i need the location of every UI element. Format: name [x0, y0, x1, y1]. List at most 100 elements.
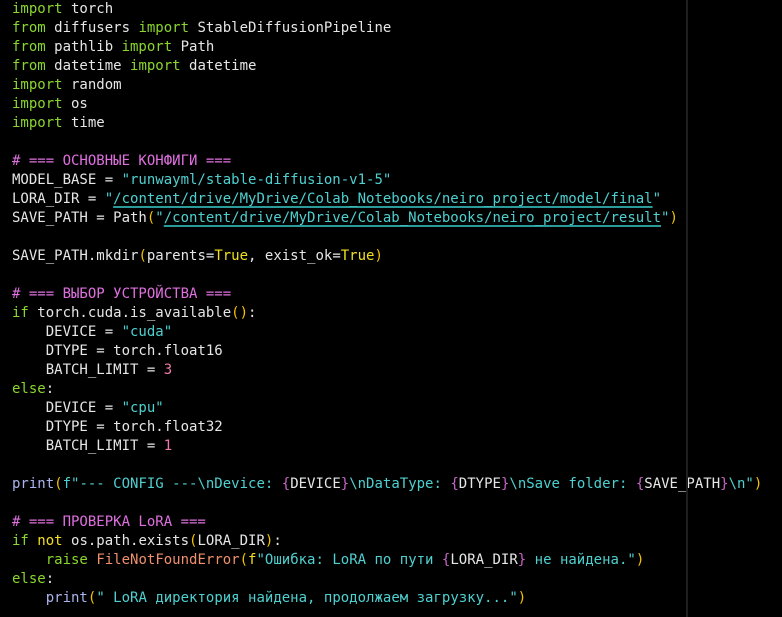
code-line[interactable]: LORA_DIR = "/content/drive/MyDrive/Colab… [12, 190, 762, 209]
code-line[interactable]: raise FileNotFoundError(f"Ошибка: LoRA п… [12, 551, 762, 570]
code-token: 3 [163, 362, 173, 378]
code-line[interactable]: else: [12, 380, 762, 399]
code-token: "cuda" [121, 324, 173, 340]
code-token: : [45, 571, 55, 587]
code-line[interactable]: from diffusers import StableDiffusionPip… [12, 19, 762, 38]
code-line[interactable]: # === ОСНОВНЫЕ КОНФИГИ === [12, 152, 762, 171]
code-line[interactable]: # === ПРОВЕРКА LoRA === [12, 513, 762, 532]
code-token: "runwayml/stable-diffusion-v1-5" [121, 172, 392, 188]
code-line[interactable] [12, 494, 762, 513]
code-token: not [37, 533, 63, 549]
code-token: ( [138, 248, 147, 264]
code-token: " [104, 191, 114, 207]
code-token: Path [172, 39, 215, 55]
code-line[interactable]: from datetime import datetime [12, 57, 762, 76]
code-token: BATCH_LIMIT = [12, 362, 164, 378]
code-token: ( [54, 476, 63, 492]
column-ruler [686, 0, 688, 617]
code-token: { [635, 476, 645, 492]
code-token: 1 [163, 438, 173, 454]
code-token: if [12, 305, 29, 321]
code-line[interactable]: from pathlib import Path [12, 38, 762, 57]
code-token: "cpu" [121, 400, 164, 416]
code-token: ) [517, 590, 527, 606]
code-token: , exist_ok= [248, 248, 341, 264]
code-token: } [720, 476, 729, 492]
code-token: ( [239, 552, 249, 568]
code-line[interactable] [12, 456, 762, 475]
code-line[interactable]: if torch.cuda.is_available(): [12, 304, 762, 323]
code-line[interactable]: DTYPE = torch.float16 [12, 342, 762, 361]
code-line[interactable]: print(f"--- CONFIG ---\nDevice: {DEVICE}… [12, 475, 762, 494]
code-line[interactable]: import os [12, 95, 762, 114]
code-token: else [12, 381, 46, 397]
code-line[interactable] [12, 266, 762, 285]
code-token: torch [62, 1, 114, 17]
code-token: # === ВЫБОР УСТРОЙСТВА === [12, 286, 232, 302]
code-token: import [12, 77, 63, 93]
code-token: SAVE_PATH.mkdir [12, 248, 139, 264]
code-line[interactable]: BATCH_LIMIT = 1 [12, 437, 762, 456]
code-token: time [62, 115, 105, 131]
code-token: diffusers [45, 20, 139, 36]
code-token: " LoRA директория найдена, продолжаем за… [96, 590, 518, 606]
code-token: BATCH_LIMIT = [12, 438, 164, 454]
code-token: : [248, 305, 257, 321]
code-token: " [652, 191, 662, 207]
code-token: import [121, 39, 173, 55]
code-token: /content/drive/MyDrive/Colab_Notebooks/n… [113, 191, 653, 207]
code-token: pathlib [45, 39, 122, 55]
code-line[interactable]: SAVE_PATH = Path("/content/drive/MyDrive… [12, 209, 762, 228]
code-token: import [130, 58, 181, 74]
code-token: from [12, 20, 46, 36]
code-token: random [62, 77, 122, 93]
code-area[interactable]: import torch from diffusers import Stable… [12, 0, 762, 608]
code-line[interactable] [12, 228, 762, 247]
code-token: FileNotFoundError [96, 552, 240, 568]
code-token: SAVE_PATH [644, 476, 721, 492]
code-editor[interactable]: import torch from diffusers import Stable… [0, 0, 782, 617]
code-line[interactable]: import random [12, 76, 762, 95]
code-token: SAVE_PATH = Path [12, 210, 147, 226]
code-token: DTYPE = torch.float32 [12, 419, 223, 435]
code-token: ) [374, 248, 383, 264]
code-token: import [138, 20, 190, 36]
code-line[interactable]: DTYPE = torch.float32 [12, 418, 762, 437]
code-token: DEVICE = [12, 324, 122, 340]
code-token: " [155, 210, 164, 226]
code-token: True [340, 248, 375, 264]
code-token: datetime [45, 58, 131, 74]
code-line[interactable]: print(" LoRA директория найдена, продолж… [12, 589, 762, 608]
code-token: ) [669, 210, 678, 226]
code-token: /content/drive/MyDrive/Colab_Notebooks/n… [163, 210, 662, 226]
code-token: DEVICE = [12, 400, 122, 416]
code-token: import [12, 115, 63, 131]
code-token: parents= [146, 248, 215, 264]
code-token: print [45, 590, 88, 606]
code-token: if [12, 533, 29, 549]
code-token: \n" [728, 476, 754, 492]
code-token: torch.cuda.is_available [28, 305, 232, 321]
code-token: import [12, 1, 63, 17]
code-line[interactable]: import torch [12, 0, 762, 19]
code-line[interactable]: import time [12, 114, 762, 133]
code-token: : [45, 381, 55, 397]
code-token: { [281, 476, 291, 492]
code-line[interactable]: # === ВЫБОР УСТРОЙСТВА === [12, 285, 762, 304]
code-line[interactable]: SAVE_PATH.mkdir(parents=True, exist_ok=T… [12, 247, 762, 266]
code-token: не найдена." [526, 552, 636, 568]
code-line[interactable]: else: [12, 570, 762, 589]
code-line[interactable]: BATCH_LIMIT = 3 [12, 361, 762, 380]
code-line[interactable] [12, 133, 762, 152]
code-line[interactable]: DEVICE = "cpu" [12, 399, 762, 418]
code-line[interactable]: MODEL_BASE = "runwayml/stable-diffusion-… [12, 171, 762, 190]
code-token: () [231, 305, 249, 321]
code-token: from [12, 39, 46, 55]
code-token: else [12, 571, 46, 587]
code-line[interactable]: DEVICE = "cuda" [12, 323, 762, 342]
code-line[interactable]: if not os.path.exists(LORA_DIR): [12, 532, 762, 551]
code-token: StableDiffusionPipeline [189, 20, 392, 36]
code-token: "Ошибка: LoRA по пути [256, 552, 442, 568]
